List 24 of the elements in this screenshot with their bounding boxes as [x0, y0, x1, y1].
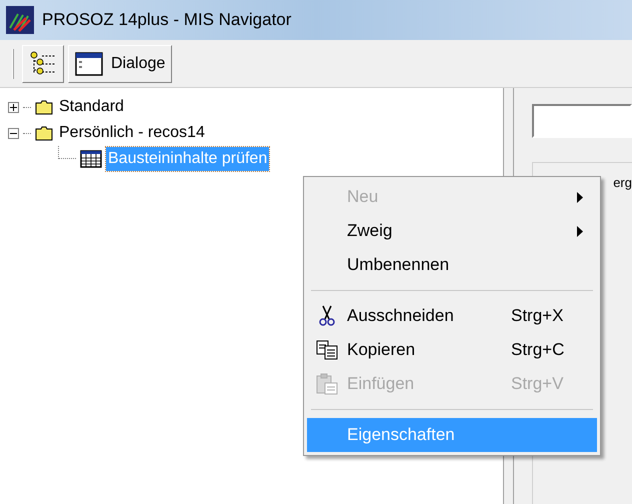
folder-icon	[35, 99, 53, 115]
group-label: erg	[613, 175, 632, 190]
paste-icon	[316, 373, 338, 395]
input-field[interactable]	[532, 104, 632, 138]
tree-item[interactable]: Persönlich - recos14	[57, 121, 207, 145]
submenu-arrow-icon	[577, 192, 583, 202]
expand-icon[interactable]	[8, 102, 19, 112]
menu-item[interactable]: Zweig	[307, 214, 597, 248]
tree-view-button[interactable]	[22, 44, 64, 82]
app-logo-icon	[6, 6, 34, 34]
tree-item[interactable]: Standard	[57, 95, 126, 119]
scissors-icon	[317, 305, 337, 327]
menu-item[interactable]: Umbenennen	[307, 248, 597, 282]
window-title: PROSOZ 14plus - MIS Navigator	[42, 9, 292, 32]
menu-item[interactable]: Ausschneiden Strg+X	[307, 299, 597, 333]
window-icon	[75, 52, 103, 76]
tree-icon	[29, 50, 57, 78]
menu-item[interactable]: Kopieren Strg+C	[307, 333, 597, 367]
table-icon	[80, 150, 102, 168]
dialoge-button[interactable]: Dialoge	[68, 44, 172, 82]
collapse-icon[interactable]	[8, 128, 19, 138]
copy-icon	[316, 340, 338, 360]
submenu-arrow-icon	[577, 226, 583, 236]
folder-icon	[35, 125, 53, 141]
